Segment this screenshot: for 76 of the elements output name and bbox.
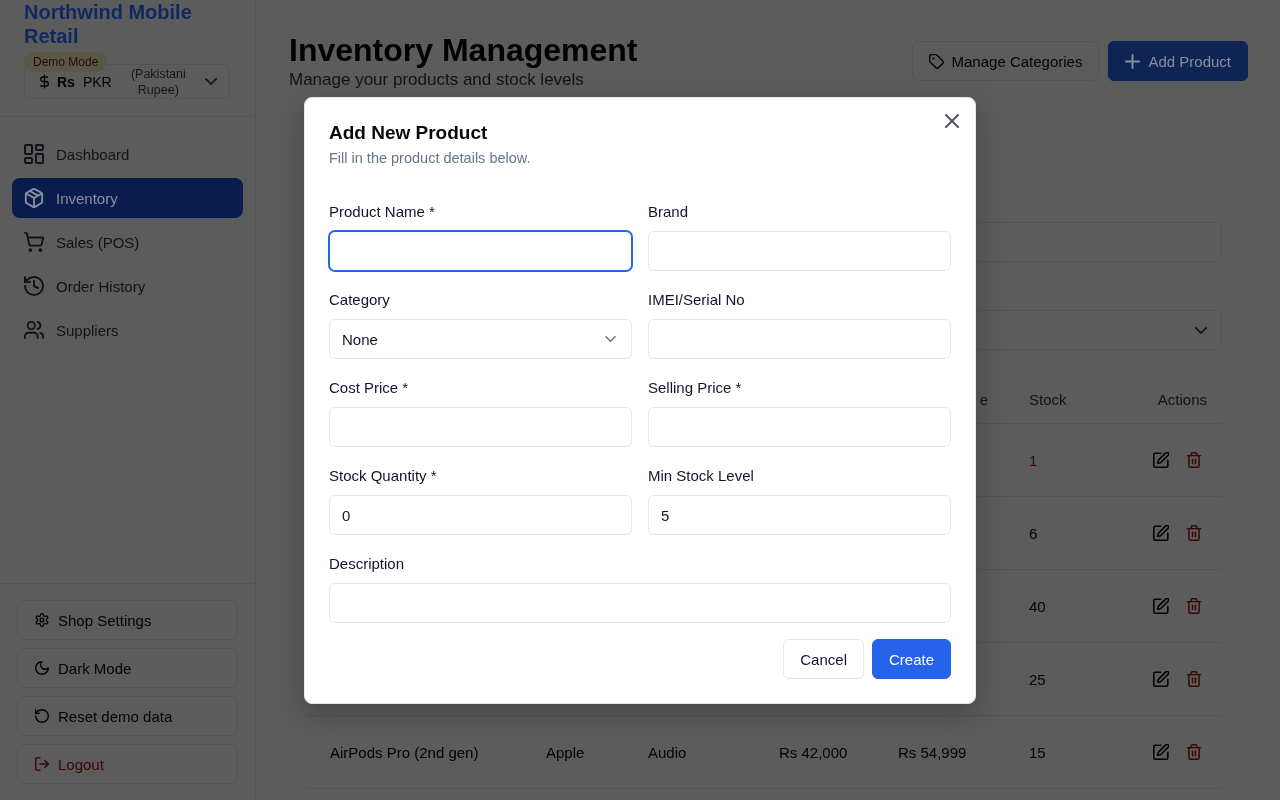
sidebar-button[interactable]: Shop Settings [17, 600, 238, 640]
categories-button[interactable]: Manage Categories [911, 41, 1100, 81]
table-cell: Rs 54,999 [898, 743, 967, 761]
field-label: Selling Price * [648, 378, 743, 398]
table-cell: Apple [546, 743, 585, 761]
sidebar-button[interactable]: Reset demo data [17, 696, 238, 736]
input-field[interactable]: 5 [648, 495, 951, 535]
demo-mode-badge: Demo Mode [24, 52, 108, 72]
pencil-square-icon [1153, 744, 1169, 760]
field-label: Product Name * [329, 202, 436, 222]
column-header: e [979, 390, 988, 408]
trash-icon [1186, 744, 1202, 760]
pencil-square-icon [1153, 671, 1169, 687]
trash-icon [1186, 452, 1202, 468]
grid-icon [24, 144, 44, 164]
stock-cell: 40 [1029, 597, 1046, 615]
input-field[interactable]: 0 [329, 495, 632, 535]
field-label: Description [329, 554, 406, 574]
add-product-button[interactable]: Add Product [1108, 41, 1248, 81]
page-title: Inventory Management [289, 31, 638, 69]
sidebar-item[interactable]: Suppliers [12, 310, 243, 350]
sidebar-item[interactable]: Order History [12, 266, 243, 306]
dialog-title: Add New Product [329, 122, 489, 144]
pencil-square-icon [1153, 598, 1169, 614]
logout-icon [35, 757, 49, 771]
field-label: Min Stock Level [648, 466, 755, 486]
field-label: Brand [648, 202, 690, 222]
trash-icon [1186, 671, 1202, 687]
column-header: Stock [1029, 390, 1067, 408]
box-icon [24, 188, 44, 208]
sidebar-button[interactable]: Dark Mode [17, 648, 238, 688]
chevron-down-icon [1195, 326, 1207, 334]
currency-code: PKR [82, 73, 112, 90]
table-cell: Rs 42,000 [779, 743, 848, 761]
currency-symbol: Rs [57, 73, 75, 90]
history-icon [24, 276, 44, 296]
close-icon [945, 114, 959, 128]
sidebar-item[interactable]: Dashboard [12, 134, 243, 174]
stock-cell: 15 [1029, 743, 1046, 761]
trash-icon [1186, 525, 1202, 541]
field-label: IMEI/Serial No [648, 290, 746, 310]
currency-name: (Pakistani Rupee) [129, 65, 187, 98]
stock-cell: 1 [1029, 451, 1038, 469]
rotate-ccw-icon [35, 709, 49, 723]
cancel-button[interactable]: Cancel [783, 639, 864, 679]
sidebar-item[interactable]: Inventory [12, 178, 243, 218]
users-icon [24, 320, 44, 340]
settings-icon [35, 613, 49, 627]
field-label: Stock Quantity * [329, 466, 438, 486]
page-subtitle: Manage your products and stock levels [289, 69, 585, 91]
field-label: Category [329, 290, 391, 310]
create-button[interactable]: Create [871, 639, 951, 679]
dialog-subtitle: Fill in the product details below. [329, 149, 532, 168]
app-title: Northwind Mobile Retail [24, 0, 193, 48]
stock-cell: 25 [1029, 670, 1046, 688]
chevron-down-icon [605, 336, 616, 342]
column-header: Actions [1157, 390, 1207, 408]
stock-cell: 6 [1029, 524, 1038, 542]
sidebar-item[interactable]: Sales (POS) [12, 222, 243, 262]
moon-icon [35, 661, 49, 675]
trash-icon [1186, 598, 1202, 614]
input-field[interactable] [329, 231, 632, 271]
plus-icon [1125, 53, 1141, 69]
logout-button[interactable]: Logout [17, 744, 238, 784]
select-field[interactable]: None [329, 319, 632, 359]
chevron-down-icon [205, 78, 217, 85]
close-button[interactable] [945, 114, 959, 128]
field-label: Cost Price * [329, 378, 410, 398]
table-cell: Audio [648, 743, 687, 761]
pencil-square-icon [1153, 525, 1169, 541]
select-value: None [342, 330, 378, 348]
table-cell: AirPods Pro (2nd gen) [330, 743, 479, 761]
cart-icon [24, 232, 44, 252]
dollar-icon [40, 74, 49, 89]
tag-icon [928, 53, 944, 69]
pencil-square-icon [1153, 452, 1169, 468]
